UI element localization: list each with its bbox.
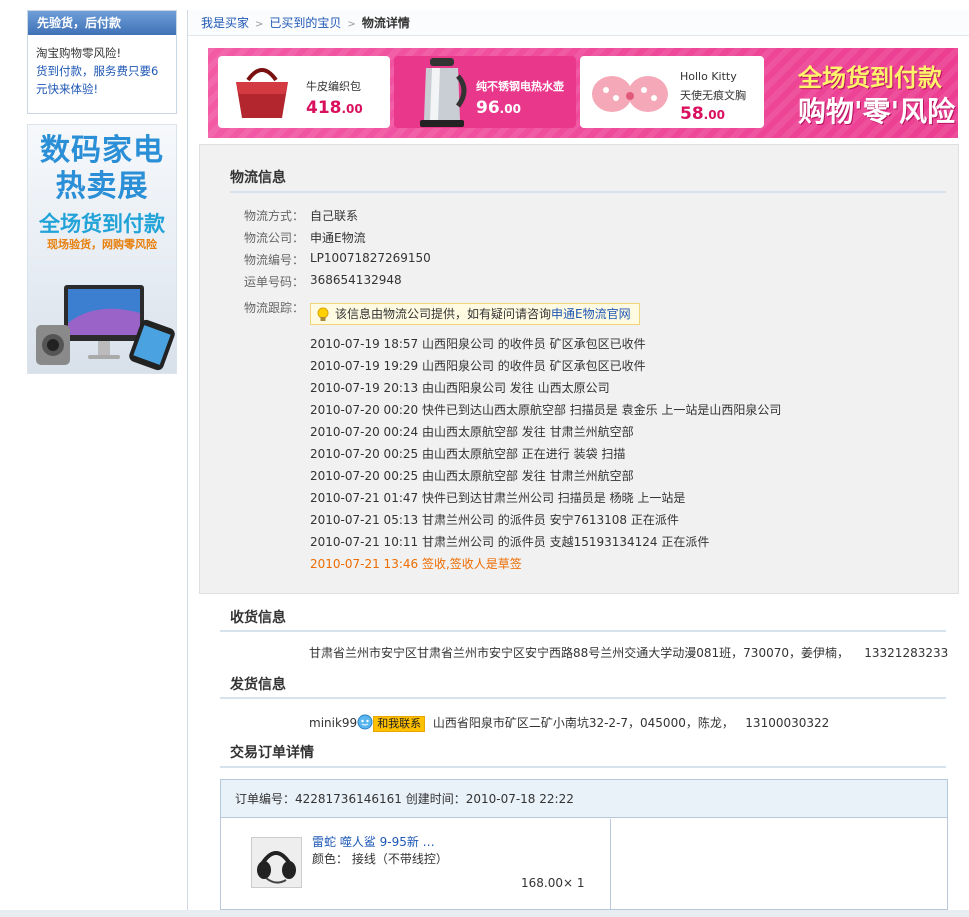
- banner-product-bag[interactable]: 牛皮编织包 418.00: [218, 56, 390, 128]
- receive-address: 甘肃省兰州市安宁区甘肃省兰州市安宁区安宁西路88号兰州交通大学动漫081班，73…: [309, 644, 948, 661]
- wangwang-chat-icon[interactable]: [357, 714, 373, 730]
- breadcrumb-current: 物流详情: [361, 16, 410, 30]
- order-header: 订单编号：42281736146161 创建时间：2010-07-18 22:2…: [221, 780, 947, 818]
- headset-icon: [252, 838, 301, 887]
- tracking-entry: 2010-07-19 19:29 山西阳泉公司 的收件员 矿区承包区已收件: [310, 359, 646, 373]
- tracking-entry: 2010-07-21 10:11 甘肃兰州公司 的派件员 支越151931341…: [310, 535, 710, 549]
- banner-product-bra[interactable]: Hollo Kitty 天使无痕文胸 58.00: [580, 56, 764, 128]
- devices-illustration-icon: [36, 285, 175, 371]
- tracking-entry: 2010-07-20 00:25 由山西太原航空部 正在进行 装袋 扫描: [310, 447, 626, 461]
- left-sidebar: 先验货，后付款 淘宝购物零风险! 货到付款，服务费只要6元快来体验! 数码家电 …: [27, 10, 177, 374]
- receive-address-text: 甘肃省兰州市安宁区甘肃省兰州市安宁区安宁西路88号兰州交通大学动漫081班，73…: [309, 646, 849, 660]
- tracking-entry: 2010-07-20 00:25 由山西太原航空部 发往 甘肃兰州航空部: [310, 469, 634, 483]
- tracking-entry: 2010-07-21 05:13 甘肃兰州公司 的派件员 安宁7613108 正…: [310, 513, 679, 527]
- company-label: 物流公司：: [243, 231, 304, 245]
- ad-title-line1: 数码家电: [40, 133, 164, 168]
- banner-product-kettle[interactable]: 纯不锈钢电热水壶 96.00: [394, 56, 576, 128]
- tracking-label: 物流跟踪：: [243, 301, 304, 315]
- contact-me-button[interactable]: 和我联系: [373, 716, 426, 732]
- logistics-title: 物流信息: [230, 170, 286, 186]
- breadcrumb-buyer-link[interactable]: 我是买家: [201, 16, 249, 30]
- cod-promo-heading: 先验货，后付款: [28, 11, 176, 35]
- main-content: 我是买家 > 已买到的宝贝 > 物流详情 牛皮编织包 418.00 纯不锈钢电热水壶 9…: [187, 10, 969, 911]
- tracking-entry: 2010-07-19 20:13 由山西阳泉公司 发往 山西太原公司: [310, 381, 610, 395]
- ad-tagline: 现场验货，网购零风险: [47, 238, 157, 251]
- order-title: 交易订单详情: [230, 745, 314, 761]
- cod-promo-line: 淘宝购物零风险!: [36, 46, 122, 60]
- banner-product-name: 纯不锈钢电热水壶: [476, 80, 564, 93]
- tracking-entry: 2010-07-19 18:57 山西阳泉公司 的收件员 矿区承包区已收件: [310, 337, 646, 351]
- section-divider: [220, 630, 946, 632]
- ad-subtitle: 全场货到付款: [39, 212, 165, 236]
- digital-appliance-ad[interactable]: 数码家电 热卖展 全场货到付款 现场验货，网购零风险: [27, 124, 177, 374]
- bra-icon: [592, 76, 668, 112]
- send-title: 发货信息: [230, 677, 286, 693]
- tracking-entry: 2010-07-20 00:24 由山西太原航空部 发往 甘肃兰州航空部: [310, 425, 634, 439]
- breadcrumb-separator-icon: >: [255, 19, 264, 30]
- banner-slogan-risk: 购物'零'风险: [798, 95, 956, 128]
- kettle-icon: [420, 58, 467, 127]
- section-divider: [230, 191, 946, 193]
- product-thumbnail[interactable]: [251, 837, 302, 888]
- banner-product-name: 牛皮编织包: [306, 80, 361, 93]
- order-item-row: 雷蛇 噬人鲨 9-95新 … 颜色： 接线（不带线控） 168.00× 1: [221, 819, 611, 911]
- handbag-icon: [236, 68, 288, 118]
- banner-product-price: 96.00: [476, 98, 521, 118]
- lightbulb-icon: [317, 307, 329, 321]
- order-table: 订单编号：42281736146161 创建时间：2010-07-18 22:2…: [220, 779, 948, 911]
- banner-product-name: Hollo Kitty: [680, 70, 737, 83]
- receive-title: 收货信息: [230, 610, 286, 626]
- banner-product-subname: 天使无痕文胸: [680, 89, 746, 102]
- product-name-link[interactable]: 雷蛇 噬人鲨 9-95新 …: [312, 833, 435, 850]
- promo-banner[interactable]: 牛皮编织包 418.00 纯不锈钢电热水壶 96.00 Hollo Kitty …: [208, 48, 958, 138]
- product-price-qty: 168.00× 1: [521, 876, 585, 890]
- method-value: 自己联系: [310, 209, 359, 223]
- bottom-border: [0, 910, 969, 917]
- waybill-label: 运单号码：: [243, 275, 304, 289]
- tracking-hint: 该信息由物流公司提供，如有疑问请咨询申通E物流官网: [310, 303, 640, 325]
- product-attribute: 颜色： 接线（不带线控）: [312, 852, 448, 866]
- code-label: 物流编号：: [243, 253, 304, 267]
- waybill-value: 368654132948: [310, 273, 402, 287]
- logistics-panel: 物流信息 物流方式： 自己联系 物流公司： 申通E物流 物流编号： LP1007…: [199, 144, 959, 594]
- tracking-hint-text: 该信息由物流公司提供，如有疑问请咨询: [335, 307, 552, 321]
- send-address-text: 山西省阳泉市矿区二矿小南坑32-2-7，045000，陈龙，: [432, 716, 734, 730]
- banner-product-price: 418.00: [306, 98, 363, 118]
- tracking-entry: 2010-07-20 00:20 快件已到达山西太原航空部 扫描员是 袁金乐 上…: [310, 403, 782, 417]
- send-phone: 13100030322: [745, 716, 830, 730]
- breadcrumb: 我是买家 > 已买到的宝贝 > 物流详情: [188, 10, 969, 36]
- banner-slogan-cod: 全场货到付款: [798, 64, 942, 92]
- cod-promo-link[interactable]: 货到付款，服务费只要6元快来体验!: [36, 62, 168, 98]
- method-label: 物流方式：: [243, 209, 304, 223]
- send-info: minik99 和我联系 山西省阳泉市矿区二矿小南坑32-2-7，045000，陈…: [309, 714, 829, 732]
- cod-promo-box: 先验货，后付款 淘宝购物零风险! 货到付款，服务费只要6元快来体验!: [27, 10, 177, 114]
- code-value: LP10071827269150: [310, 251, 431, 265]
- company-value: 申通E物流: [310, 231, 366, 245]
- breadcrumb-separator-icon: >: [347, 19, 356, 30]
- section-divider: [220, 766, 946, 768]
- receive-phone: 13321283233: [864, 646, 949, 660]
- seller-name[interactable]: minik99: [309, 716, 357, 730]
- tracking-entry: 2010-07-21 13:46 签收,签收人是草签: [310, 557, 522, 571]
- section-divider: [220, 697, 946, 699]
- banner-product-price: 58.00: [680, 104, 725, 124]
- breadcrumb-bought-link[interactable]: 已买到的宝贝: [269, 16, 341, 30]
- tracking-entry: 2010-07-21 01:47 快件已到达甘肃兰州公司 扫描员是 杨晓 上一站…: [310, 491, 686, 505]
- ad-title-line2: 热卖展: [55, 169, 149, 204]
- carrier-website-link[interactable]: 申通E物流官网: [551, 307, 631, 321]
